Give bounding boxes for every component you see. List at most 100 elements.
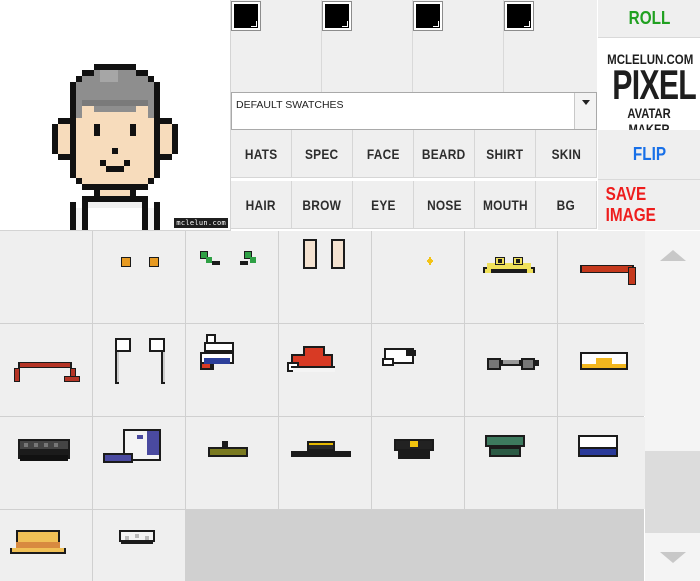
tab-label: HAIR [245, 196, 277, 213]
item-santa-hat[interactable] [279, 324, 371, 416]
item-maid-headband[interactable] [93, 324, 185, 416]
item-egg-cap[interactable] [558, 324, 650, 416]
bowler-hat-icon [291, 441, 351, 457]
color-swatch-3[interactable] [413, 1, 443, 31]
item-bowler-hat[interactable] [279, 417, 371, 509]
save-image-button[interactable]: SAVE IMAGE [598, 180, 700, 230]
item-ribbon-headband[interactable] [0, 324, 92, 416]
tab-bg[interactable]: BG [536, 181, 597, 229]
tab-label: FACE [366, 145, 400, 162]
palette-selected-value: DEFAULT SWATCHES [236, 99, 344, 111]
tab-label: NOSE [426, 196, 462, 213]
tab-spec[interactable]: SPEC [292, 130, 353, 178]
scroll-track[interactable] [645, 279, 700, 451]
straw-hat-icon [10, 530, 66, 554]
chevron-down-icon[interactable] [574, 93, 596, 129]
item-grid [0, 231, 650, 581]
item-navy-cap[interactable] [558, 417, 650, 509]
sparkle-icon [427, 257, 433, 265]
tab-mouth[interactable]: MOUTH [475, 181, 536, 229]
item-sailor-cap[interactable] [186, 324, 278, 416]
scroll-up-button[interactable] [645, 231, 700, 279]
navy-cap-icon [578, 435, 618, 457]
item-red-headband[interactable] [558, 231, 650, 323]
ribbon-headband-icon [14, 362, 80, 382]
avatar-preview: mclelun.com [0, 0, 231, 231]
item-green-military-cap[interactable] [465, 417, 557, 509]
swatch-cell [413, 0, 504, 92]
scroll-down-button[interactable] [645, 533, 700, 581]
flip-button[interactable]: FLIP [598, 130, 700, 180]
item-green-ear-clips[interactable] [186, 231, 278, 323]
tab-brow[interactable]: BROW [292, 181, 353, 229]
avatar-pixel-art [52, 64, 178, 230]
item-none[interactable] [0, 231, 92, 323]
item-police-cap[interactable] [372, 417, 464, 509]
item-frog-headband[interactable] [465, 231, 557, 323]
sailor-cap-icon [200, 334, 234, 370]
swatch-palette-dropdown[interactable]: DEFAULT SWATCHES [231, 92, 597, 130]
roll-button[interactable]: ROLL [598, 0, 700, 38]
item-baseball-cap[interactable] [93, 417, 185, 509]
item-orange-ear-studs[interactable] [93, 231, 185, 323]
tab-label: SHIRT [486, 145, 524, 162]
item-grid-scrollbar[interactable] [645, 231, 700, 581]
swatch-cell [322, 0, 413, 92]
flip-label: FLIP [632, 144, 666, 164]
tab-label: EYE [370, 196, 396, 213]
color-swatch-row [231, 0, 597, 92]
color-swatch-1[interactable] [231, 1, 261, 31]
swatch-cell [231, 0, 322, 92]
tab-label: BEARD [422, 145, 466, 162]
item-paper-hat[interactable] [93, 510, 185, 581]
logo-title: PIXEL [612, 61, 697, 108]
military-cap-icon [485, 435, 525, 457]
arrow-up-icon [659, 249, 686, 261]
site-credit-label: mclelun.com [174, 218, 228, 228]
tab-hair[interactable]: HAIR [231, 181, 292, 229]
scroll-thumb[interactable] [645, 451, 700, 533]
item-black-newsboy-cap[interactable] [0, 417, 92, 509]
white-beanie-icon [382, 348, 416, 366]
swatch-cell [504, 0, 597, 92]
item-beret[interactable] [186, 417, 278, 509]
beret-icon [208, 441, 248, 457]
ear-studs-icon [121, 257, 159, 267]
newsboy-cap-icon [18, 439, 70, 461]
frog-headband-icon [483, 257, 535, 273]
santa-hat-icon [287, 346, 335, 372]
tab-eye[interactable]: EYE [353, 181, 414, 229]
goggles-icon [487, 358, 539, 370]
ear-clips-icon [200, 251, 256, 265]
tab-label: BROW [302, 196, 342, 213]
tab-label: SKIN [551, 145, 581, 162]
bunny-ears-icon [303, 239, 345, 269]
tab-nose[interactable]: NOSE [414, 181, 475, 229]
tab-label: HATS [244, 145, 278, 162]
tab-skin[interactable]: SKIN [536, 130, 597, 178]
police-cap-icon [394, 439, 434, 459]
tab-label: BG [556, 196, 576, 213]
tab-hats[interactable]: HATS [231, 130, 292, 178]
tab-label: SPEC [305, 145, 339, 162]
paper-hat-icon [119, 530, 155, 544]
maid-headband-icon [115, 338, 165, 384]
color-swatch-2[interactable] [322, 1, 352, 31]
save-label: SAVE IMAGE [605, 184, 656, 225]
baseball-cap-icon [103, 429, 161, 463]
tab-beard[interactable]: BEARD [414, 130, 475, 178]
tab-face[interactable]: FACE [353, 130, 414, 178]
item-bunny-ears[interactable] [279, 231, 371, 323]
app-logo: MCLELUN.COM PIXEL AVATAR MAKER [598, 38, 700, 137]
egg-cap-icon [580, 352, 628, 370]
item-goggles[interactable] [465, 324, 557, 416]
red-headband-icon [580, 265, 636, 285]
item-white-beanie[interactable] [372, 324, 464, 416]
arrow-down-icon [659, 551, 686, 563]
item-straw-hat[interactable] [0, 510, 92, 581]
tab-label: MOUTH [482, 196, 528, 213]
item-sparkle[interactable] [372, 231, 464, 323]
tab-shirt[interactable]: SHIRT [475, 130, 536, 178]
roll-label: ROLL [628, 8, 670, 28]
color-swatch-4[interactable] [504, 1, 534, 31]
